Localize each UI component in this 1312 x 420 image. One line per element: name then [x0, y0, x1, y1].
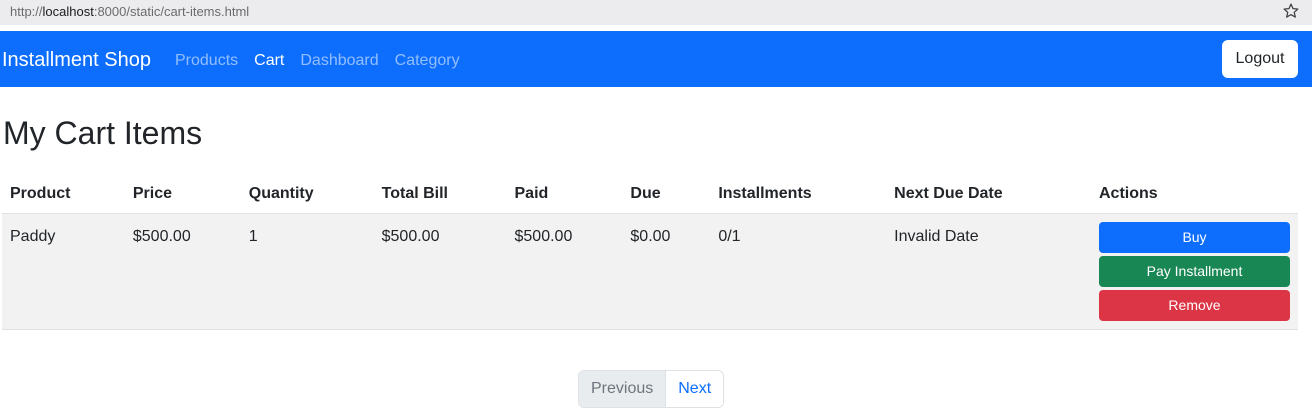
cart-items-table: Product Price Quantity Total Bill Paid D…	[2, 176, 1298, 330]
nav-link-category[interactable]: Category	[395, 52, 460, 70]
nav-link-cart[interactable]: Cart	[254, 52, 284, 70]
column-header-product: Product	[2, 176, 125, 214]
top-navbar: Installment Shop Products Cart Dashboard…	[0, 31, 1312, 87]
column-header-actions: Actions	[1091, 176, 1298, 214]
page-title: My Cart Items	[3, 115, 203, 151]
buy-button[interactable]: Buy	[1099, 221, 1290, 253]
table-header-row: Product Price Quantity Total Bill Paid D…	[2, 176, 1298, 214]
pagination: Previous Next	[578, 370, 725, 408]
column-header-quantity: Quantity	[240, 176, 374, 214]
cell-total-bill: $500.00	[373, 213, 507, 330]
cell-price: $500.00	[124, 213, 241, 330]
url-path: :8000/static/cart-items.html	[93, 4, 250, 19]
cell-next-due-date: Invalid Date	[886, 213, 1091, 330]
remove-button[interactable]: Remove	[1099, 289, 1290, 321]
cell-quantity: 1	[240, 213, 374, 330]
nav-links: Products Cart Dashboard Category	[175, 52, 460, 70]
browser-address-bar[interactable]: http://localhost:8000/static/cart-items.…	[0, 0, 1312, 25]
cell-actions: Buy Pay Installment Remove	[1091, 213, 1298, 330]
nav-link-dashboard[interactable]: Dashboard	[300, 52, 378, 70]
logout-button[interactable]: Logout	[1222, 40, 1298, 78]
url-text[interactable]: http://localhost:8000/static/cart-items.…	[10, 4, 249, 19]
column-header-installments: Installments	[710, 176, 887, 214]
pay-installment-button[interactable]: Pay Installment	[1099, 255, 1290, 287]
column-header-due: Due	[622, 176, 711, 214]
column-header-next-due-date: Next Due Date	[886, 176, 1091, 214]
cell-installments: 0/1	[710, 213, 887, 330]
bookmark-star-icon[interactable]	[1282, 2, 1300, 20]
table-header: Product Price Quantity Total Bill Paid D…	[2, 176, 1298, 214]
column-header-paid: Paid	[506, 176, 623, 214]
cell-due: $0.00	[622, 213, 711, 330]
pagination-next-button[interactable]: Next	[666, 371, 724, 407]
url-host: localhost	[42, 4, 94, 19]
navbar-brand[interactable]: Installment Shop	[2, 49, 151, 72]
cell-paid: $500.00	[506, 213, 623, 330]
url-scheme: http://	[10, 4, 43, 19]
nav-link-products[interactable]: Products	[175, 52, 238, 70]
column-header-price: Price	[124, 176, 241, 214]
cell-product: Paddy	[2, 213, 125, 330]
pagination-previous-button[interactable]: Previous	[579, 371, 667, 407]
table-row: Paddy $500.00 1 $500.00 $500.00 $0.00 0/…	[2, 213, 1298, 330]
table-body: Paddy $500.00 1 $500.00 $500.00 $0.00 0/…	[2, 213, 1298, 330]
column-header-total-bill: Total Bill	[373, 176, 507, 214]
